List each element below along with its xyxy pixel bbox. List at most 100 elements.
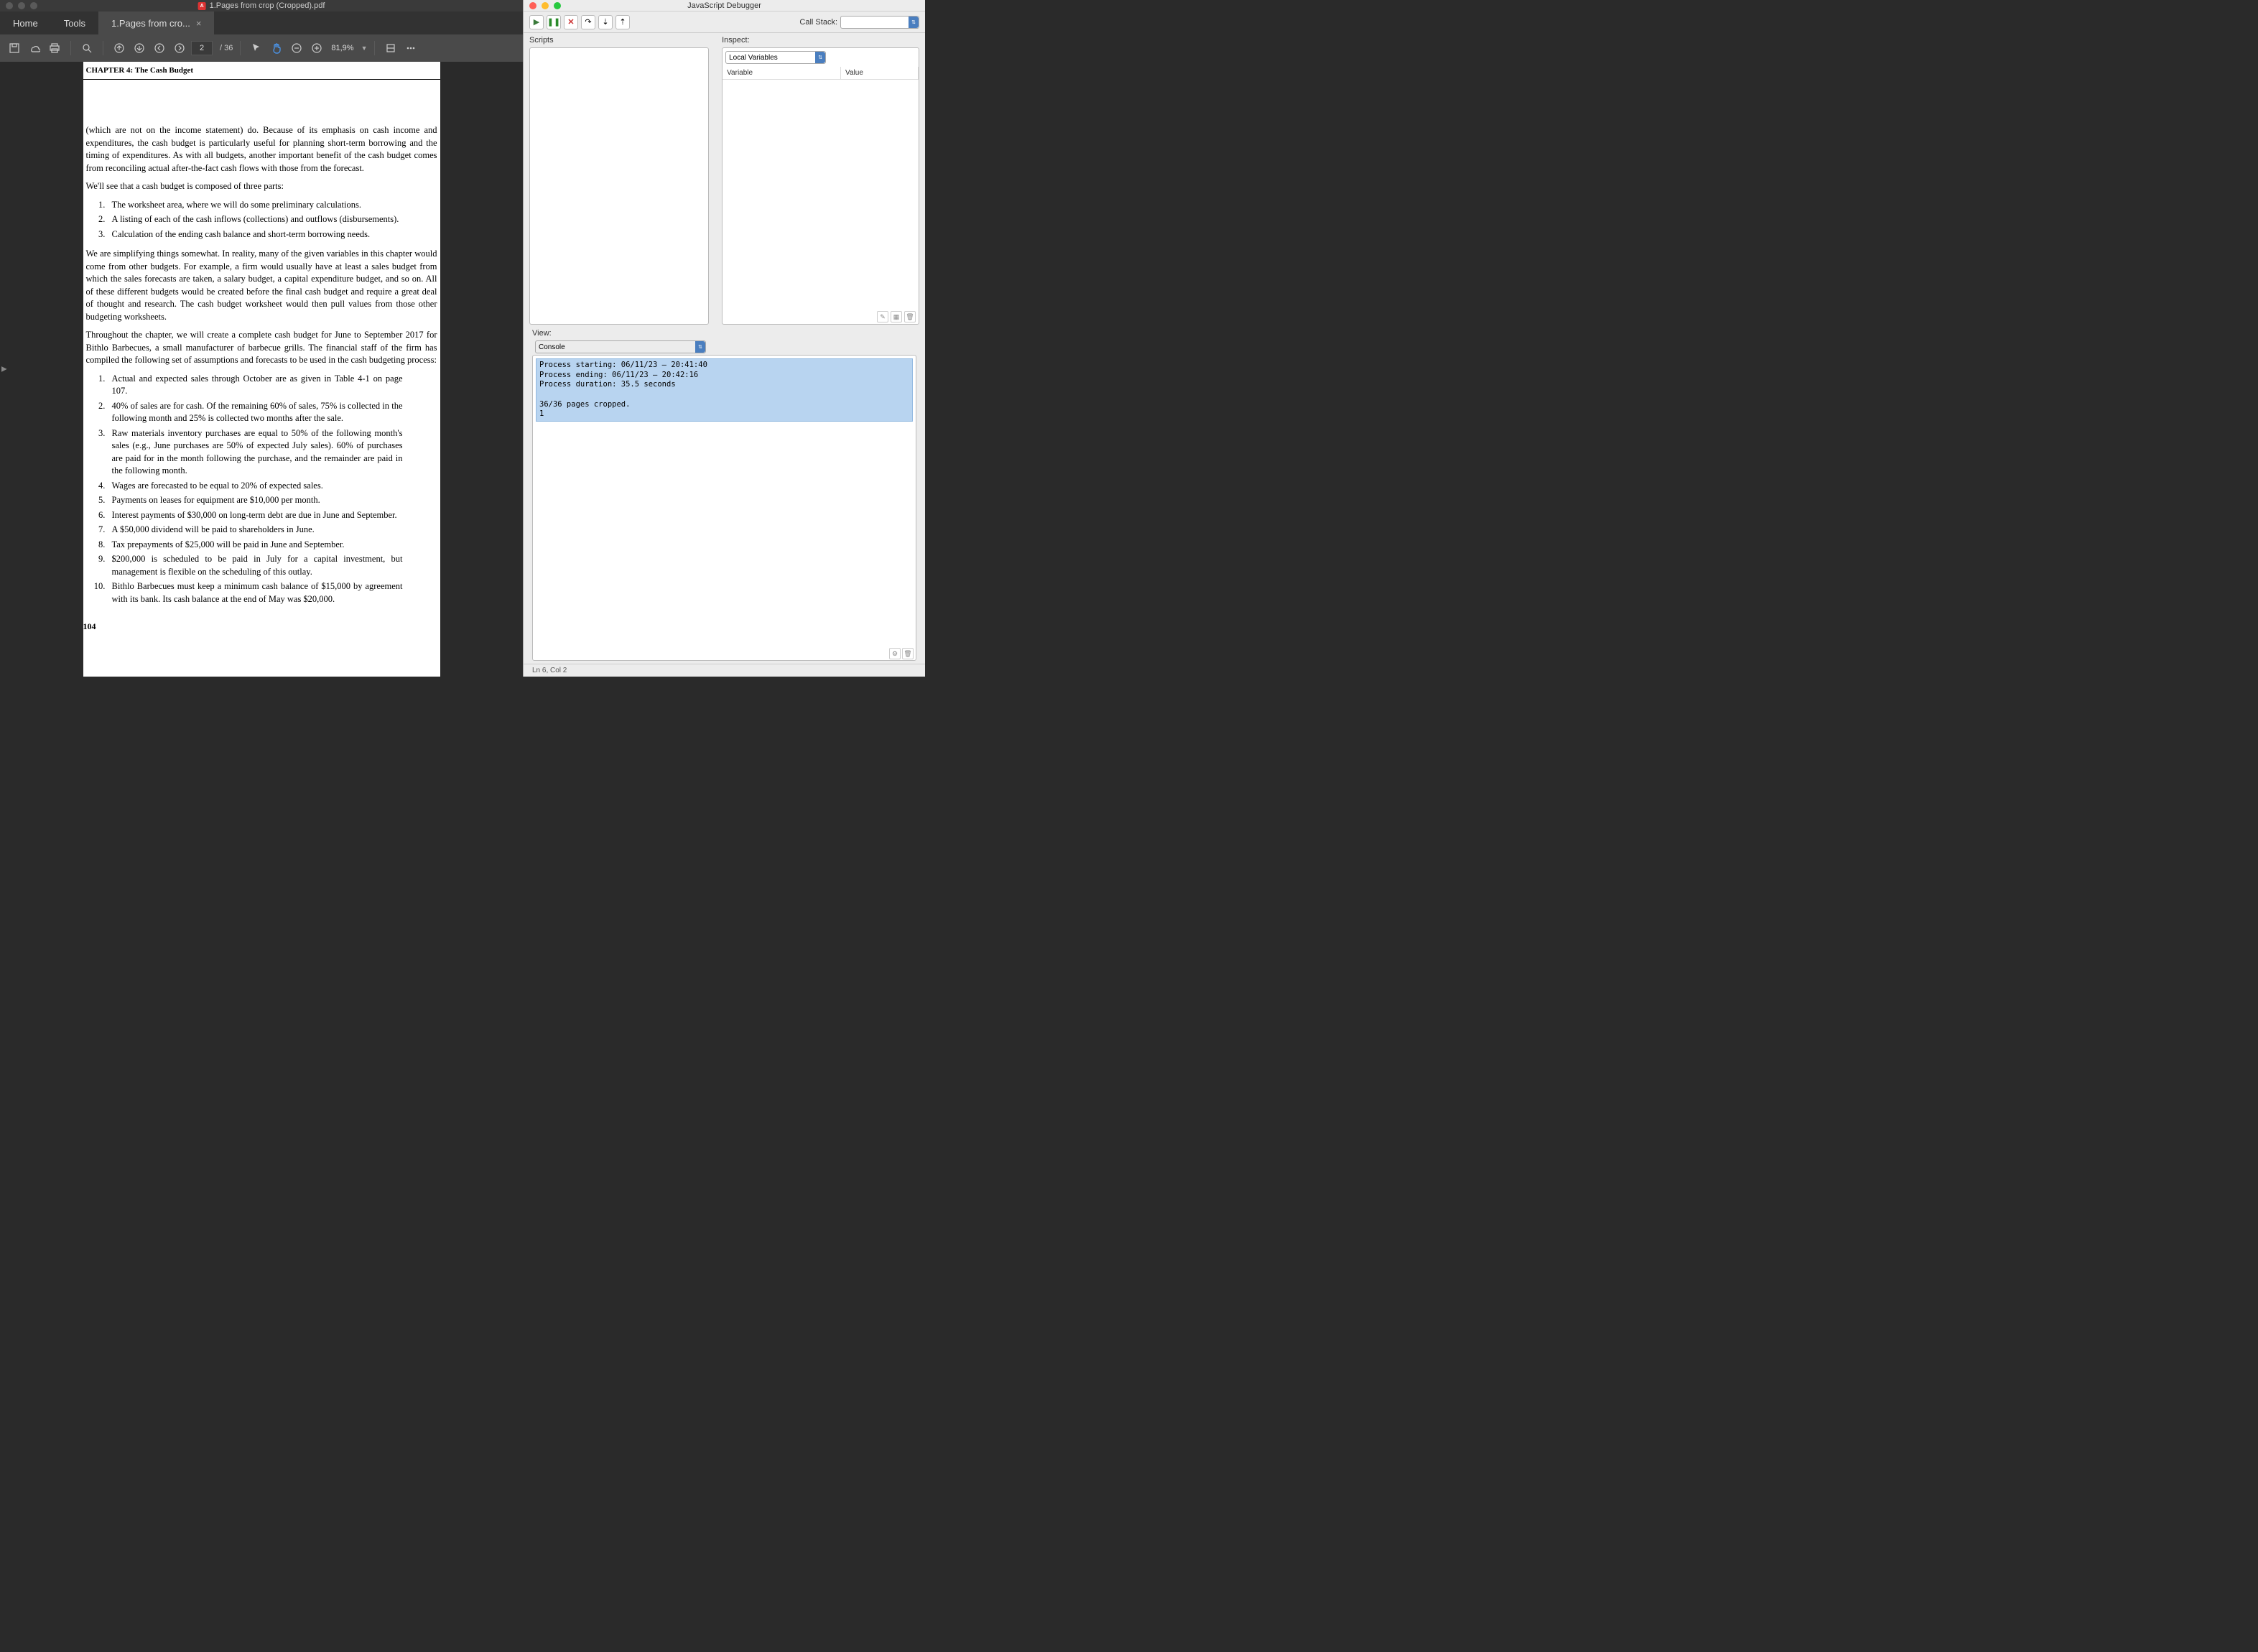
list-item: A $50,000 dividend will be paid to share…: [108, 524, 403, 537]
save-icon[interactable]: [6, 40, 23, 57]
zoom-value: 81,9%: [331, 44, 353, 52]
window-controls: [529, 2, 561, 9]
page-body: (which are not on the income statement) …: [83, 80, 440, 620]
acrobat-tabbar: Home Tools 1.Pages from cro... ×: [0, 11, 523, 34]
list-item: Raw materials inventory purchases are eq…: [108, 427, 403, 478]
list-item: Wages are forecasted to be equal to 20% …: [108, 480, 403, 493]
paragraph: Throughout the chapter, we will create a…: [86, 329, 437, 367]
inspect-scope-select[interactable]: Local Variables ⇅: [725, 51, 826, 64]
inspect-column: Inspect: Local Variables ⇅ Variable Valu…: [722, 36, 919, 325]
list-item: Bithlo Barbecues must keep a minimum cas…: [108, 580, 403, 605]
console-actions: ⚙ 🗑: [889, 648, 914, 659]
pause-icon[interactable]: ❚❚: [547, 15, 561, 29]
inspect-panel: Local Variables ⇅ Variable Value ✎ ▦ 🗑: [722, 47, 919, 325]
view-select-row: Console ⇅: [524, 339, 925, 355]
view-row: View:: [524, 328, 925, 339]
sidebar-expand-icon[interactable]: ▶: [0, 363, 9, 376]
pointer-tool-icon[interactable]: [248, 40, 265, 57]
page-number-input[interactable]: [191, 41, 213, 55]
variables-list[interactable]: [723, 80, 919, 310]
console-clear-icon[interactable]: 🗑: [902, 648, 914, 659]
fit-width-icon[interactable]: [382, 40, 399, 57]
dropdown-arrow-icon: ⇅: [695, 341, 705, 353]
maximize-window-icon[interactable]: [554, 2, 561, 9]
cursor-position: Ln 6, Col 2: [532, 667, 567, 674]
inspect-actions: ✎ ▦ 🗑: [723, 310, 919, 324]
paragraph: We are simplifying things somewhat. In r…: [86, 248, 437, 323]
debug-panels: Scripts Inspect: Local Variables ⇅ Varia…: [524, 33, 925, 328]
view-select-value: Console: [539, 343, 565, 351]
delete-variable-icon[interactable]: 🗑: [904, 311, 916, 322]
list-item: The worksheet area, where we will do som…: [108, 199, 403, 212]
step-over-icon[interactable]: ↷: [581, 15, 595, 29]
acrobat-toolbar: / 36 81,9% ▼: [0, 34, 523, 62]
ordered-list: Actual and expected sales through Octobe…: [108, 373, 403, 606]
paragraph: (which are not on the income statement) …: [86, 124, 437, 175]
nav-back-icon[interactable]: [151, 40, 168, 57]
close-dot-disabled: [6, 2, 13, 9]
step-into-icon[interactable]: ⇣: [598, 15, 613, 29]
list-item: Tax prepayments of $25,000 will be paid …: [108, 539, 403, 552]
stop-icon[interactable]: ✕: [564, 15, 578, 29]
scripts-column: Scripts: [529, 36, 709, 325]
toolbar-separator: [240, 41, 241, 55]
home-tab[interactable]: Home: [0, 11, 51, 34]
new-variable-icon[interactable]: ▦: [891, 311, 902, 322]
prev-page-up-icon[interactable]: [111, 40, 128, 57]
status-bar: Ln 6, Col 2: [524, 664, 925, 677]
more-tools-icon[interactable]: [402, 40, 419, 57]
hand-tool-icon[interactable]: [268, 40, 285, 57]
minimize-window-icon[interactable]: [542, 2, 549, 9]
document-tab-label: 1.Pages from cro...: [111, 18, 190, 29]
variable-column-header: Variable: [723, 67, 841, 79]
paragraph: We'll see that a cash budget is composed…: [86, 180, 437, 193]
scripts-label: Scripts: [529, 36, 709, 45]
inspect-scope-value: Local Variables: [729, 54, 778, 62]
next-page-down-icon[interactable]: [131, 40, 148, 57]
view-label: View:: [532, 329, 552, 338]
value-column-header: Value: [841, 67, 919, 79]
dropdown-arrow-icon: ⇅: [815, 52, 825, 63]
debugger-toolbar: ▶ ❚❚ ✕ ↷ ⇣ ⇡ Call Stack: ⇅: [524, 11, 925, 33]
scripts-list[interactable]: [529, 47, 709, 325]
list-item: 40% of sales are for cash. Of the remain…: [108, 400, 403, 425]
view-select[interactable]: Console ⇅: [535, 340, 706, 353]
zoom-out-icon[interactable]: [288, 40, 305, 57]
acrobat-window: A 1.Pages from crop (Cropped).pdf Home T…: [0, 0, 523, 677]
zoom-in-icon[interactable]: [308, 40, 325, 57]
chapter-header: CHAPTER 4: The Cash Budget: [83, 62, 440, 80]
zoom-dropdown-icon[interactable]: ▼: [361, 45, 368, 52]
tools-tab[interactable]: Tools: [51, 11, 98, 34]
search-icon[interactable]: [78, 40, 96, 57]
call-stack-label: Call Stack:: [799, 18, 837, 27]
list-item: Calculation of the ending cash balance a…: [108, 228, 403, 241]
pdf-file-icon: A: [198, 2, 206, 10]
document-viewport[interactable]: ▶ CHAPTER 4: The Cash Budget (which are …: [0, 62, 523, 677]
debugger-title: JavaScript Debugger: [687, 1, 761, 10]
console-output[interactable]: Process starting: 06/11/23 – 20:41:40 Pr…: [536, 358, 913, 422]
step-out-icon[interactable]: ⇡: [615, 15, 630, 29]
toolbar-separator: [70, 41, 71, 55]
zoom-dot-disabled: [30, 2, 37, 9]
page-number: 104: [83, 620, 440, 635]
edit-variable-icon[interactable]: ✎: [877, 311, 888, 322]
print-icon[interactable]: [46, 40, 63, 57]
variables-header: Variable Value: [723, 67, 919, 80]
document-tab[interactable]: 1.Pages from cro... ×: [98, 11, 214, 34]
console-panel[interactable]: Process starting: 06/11/23 – 20:41:40 Pr…: [532, 355, 916, 661]
close-window-icon[interactable]: [529, 2, 536, 9]
dropdown-arrow-icon: ⇅: [909, 17, 919, 28]
resume-icon[interactable]: ▶: [529, 15, 544, 29]
acrobat-title-text: 1.Pages from crop (Cropped).pdf: [210, 1, 325, 10]
acrobat-titlebar: A 1.Pages from crop (Cropped).pdf: [0, 0, 523, 11]
console-settings-icon[interactable]: ⚙: [889, 648, 901, 659]
pdf-page: CHAPTER 4: The Cash Budget (which are no…: [83, 62, 440, 677]
call-stack-select[interactable]: ⇅: [840, 16, 919, 29]
window-controls-disabled: [6, 2, 37, 9]
ordered-list: The worksheet area, where we will do som…: [108, 199, 403, 241]
page-total-label: / 36: [220, 44, 233, 52]
cloud-icon[interactable]: [26, 40, 43, 57]
close-tab-icon[interactable]: ×: [196, 18, 202, 29]
nav-forward-icon[interactable]: [171, 40, 188, 57]
list-item: A listing of each of the cash inflows (c…: [108, 213, 403, 226]
